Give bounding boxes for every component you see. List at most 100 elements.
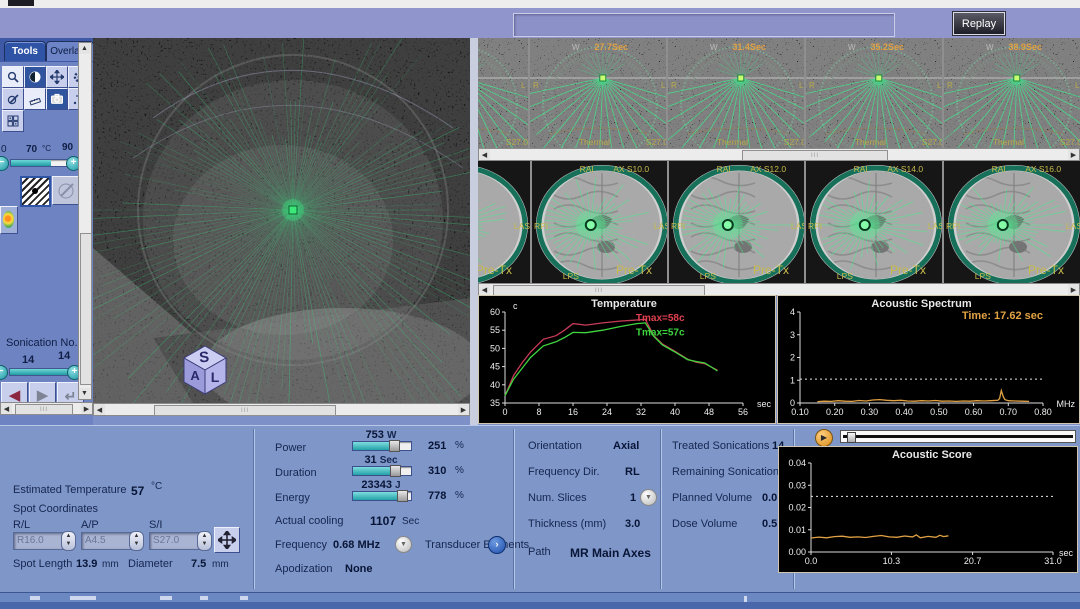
move-spot-button[interactable] (214, 527, 240, 553)
estimated-temperature-label: Estimated Temperature (13, 484, 127, 496)
svg-text:20.7: 20.7 (964, 556, 982, 566)
svg-text:0.10: 0.10 (791, 407, 809, 417)
thermal-tile[interactable]: W38.9SecRLThermalS27.0 (944, 38, 1080, 148)
temp-scale-value: 70 (26, 144, 37, 155)
planned-volume-value: 0.0 (762, 492, 777, 504)
anatomy-tile[interactable]: RAIAX S14.0RPILASLPSPre-Tx (806, 161, 942, 283)
duration-slider[interactable] (352, 466, 412, 476)
svg-text:sec: sec (1059, 548, 1074, 558)
grid-tool-button[interactable] (2, 110, 24, 132)
move-icon (218, 531, 236, 549)
diameter-unit: mm (212, 559, 229, 570)
replay-timeline-thumb[interactable] (847, 432, 856, 443)
tab-tools[interactable]: Tools (4, 41, 46, 61)
draw-spot-button[interactable] (52, 176, 81, 205)
svg-text:MHz: MHz (1057, 399, 1076, 409)
svg-text:AX S10.0: AX S10.0 (613, 164, 649, 174)
temp-scale-unit: °C (42, 144, 51, 153)
svg-text:Acoustic Score: Acoustic Score (892, 449, 972, 461)
rl-field[interactable]: R16.0 (13, 532, 64, 550)
camera-tool-button[interactable] (46, 88, 68, 110)
svg-text:Thermal: Thermal (717, 137, 748, 147)
thermal-tile[interactable]: W27.7SecRLThermalS27.0 (530, 38, 666, 148)
power-value: 753 W (352, 429, 410, 441)
svg-text:RPI: RPI (534, 221, 548, 231)
svg-text:0.30: 0.30 (861, 407, 879, 417)
replay-button[interactable]: Replay (953, 12, 1005, 35)
frequency-label: Frequency (275, 539, 327, 551)
magnifier-tool-button[interactable] (2, 66, 24, 88)
svg-text:60: 60 (490, 307, 500, 317)
thermal-spot-button[interactable] (0, 206, 18, 234)
hatch-overlay-button[interactable] (20, 176, 51, 207)
thermal-image-strip[interactable]: WRLThermalS27.0W27.7SecRLThermalS27.0W31… (478, 38, 1080, 148)
frequency-dropdown[interactable]: ▼ (395, 536, 412, 553)
svg-text:2: 2 (790, 353, 795, 363)
thermal-strip-scrollbar[interactable]: ◀ III ▶ (478, 148, 1080, 161)
view-gutter (470, 38, 478, 425)
transducer-elements-button[interactable]: › (488, 536, 506, 554)
svg-text:R: R (671, 81, 677, 90)
thermal-tile[interactable]: W31.4SecRLThermalS27.0 (668, 38, 804, 148)
svg-text:sec: sec (757, 399, 772, 409)
svg-text:S27.0: S27.0 (1060, 137, 1080, 147)
sidebar-horizontal-scrollbar[interactable]: ◀ III ▶ (0, 402, 93, 415)
svg-text:W: W (572, 43, 580, 52)
magnifier-icon (6, 70, 20, 84)
energy-percent: 778 (428, 490, 446, 502)
apodization-value: None (345, 563, 373, 575)
replay-play-button[interactable]: ▶ (815, 429, 833, 447)
svg-text:0.80: 0.80 (1034, 407, 1052, 417)
ap-spinner[interactable]: ▲▼ (129, 531, 144, 551)
contrast-tool-button[interactable] (24, 66, 46, 88)
svg-text:1: 1 (790, 375, 795, 385)
anatomy-tile[interactable]: RAIRPILASLPSPre-Tx (478, 161, 530, 283)
acoustic-spectrum-chart: Acoustic SpectrumTime: 17.62 sec012340.1… (777, 295, 1080, 424)
svg-text:16: 16 (568, 407, 578, 417)
svg-text:0.70: 0.70 (1000, 407, 1018, 417)
transducer-elements-label: Transducer Elements (425, 539, 529, 551)
svg-text:0.00: 0.00 (788, 547, 806, 557)
svg-text:LAS: LAS (928, 221, 942, 231)
ruler-tool-button[interactable] (24, 88, 46, 110)
3d-transducer-view[interactable]: S A L (93, 38, 470, 403)
thermal-tile[interactable]: W35.2SecRLThermalS27.0 (806, 38, 942, 148)
svg-text:45: 45 (490, 362, 500, 372)
3d-view-horizontal-scrollbar[interactable]: ◀ III ▶ (93, 403, 470, 416)
sidebar-vertical-scrollbar[interactable]: ▲ ▼ (78, 42, 92, 400)
svg-text:Tmax=58c: Tmax=58c (636, 313, 685, 324)
thermal-tile[interactable]: WRLThermalS27.0 (478, 38, 528, 148)
temp-slider[interactable] (10, 159, 68, 167)
svg-text:S: S (199, 349, 210, 367)
sonication-slider[interactable] (9, 368, 69, 376)
svg-text:0.02: 0.02 (788, 503, 806, 513)
anatomy-tile[interactable]: RAIAX S16.0RPILASLPSPre-Tx (944, 161, 1080, 283)
anatomy-tile[interactable]: RAIAX S10.0RPILASLPSPre-Tx (532, 161, 667, 283)
diameter-label: Diameter (128, 558, 173, 570)
sonication-no-label: Sonication No. (6, 337, 78, 349)
num-slices-value: 1 (630, 492, 636, 504)
rl-spinner[interactable]: ▲▼ (61, 531, 76, 551)
anatomy-tile[interactable]: RAIAX S12.0RPILASLPSPre-Tx (669, 161, 804, 283)
window-control[interactable] (8, 0, 34, 6)
svg-text:L: L (211, 369, 220, 385)
energy-slider[interactable] (352, 491, 412, 501)
power-slider[interactable] (352, 441, 412, 451)
svg-text:RAI: RAI (717, 164, 731, 174)
thickness-label: Thickness (mm) (528, 518, 606, 530)
si-spinner[interactable]: ▲▼ (197, 531, 212, 551)
draw-tool-button[interactable] (2, 88, 24, 110)
svg-text:56: 56 (738, 407, 748, 417)
status-bar (0, 592, 1080, 609)
temp-minus-button[interactable]: − (0, 156, 9, 171)
ap-field[interactable]: A4.5 (81, 532, 132, 550)
svg-text:LAS: LAS (791, 221, 804, 231)
pan-tool-button[interactable] (46, 66, 68, 88)
sonication-minus-button[interactable]: − (0, 365, 8, 380)
svg-text:3: 3 (790, 330, 795, 340)
replay-timeline-slider[interactable] (840, 430, 1076, 443)
svg-text:L: L (661, 81, 666, 90)
si-field[interactable]: S27.0 (149, 532, 200, 550)
anatomy-image-strip[interactable]: RAIRPILASLPSPre-TxRAIAX S10.0RPILASLPSPr… (478, 161, 1080, 283)
num-slices-dropdown[interactable]: ▼ (640, 489, 657, 506)
